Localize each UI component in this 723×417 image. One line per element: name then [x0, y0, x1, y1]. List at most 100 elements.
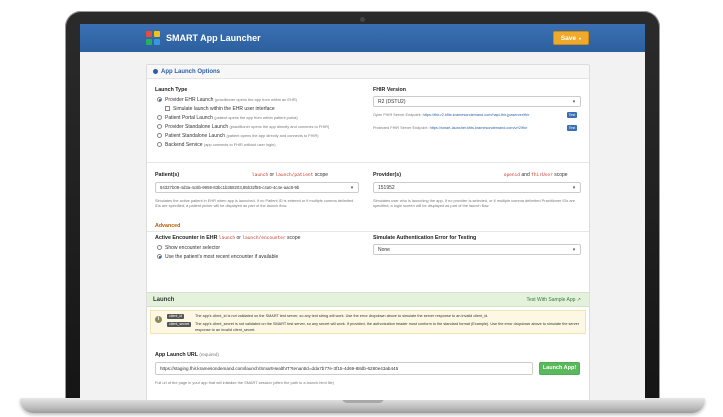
provider-help: Simulates user who is launching the app.… — [373, 198, 575, 208]
launch-title: Launch — [153, 296, 175, 303]
encounter-scope-launch-encounter: launch/encounter — [242, 236, 286, 241]
client-secret-warning: The app's client_secret is not validated… — [195, 322, 580, 332]
client-id-tag: client_id — [167, 314, 185, 319]
provider-label-row: Provider(s) openid and fhirUser scope — [373, 172, 568, 178]
fhir-version-value: R2 (DSTU2) — [378, 98, 406, 105]
external-link-icon: ↗ — [576, 296, 581, 303]
backend-service-label: Backend Service — [165, 142, 203, 148]
info-icon — [153, 69, 158, 74]
encounter-or: or — [236, 235, 241, 241]
launch-url-input[interactable]: https://staging.fhir.kramesondemand.com/… — [155, 362, 533, 375]
radio-provider-ehr[interactable] — [157, 97, 162, 102]
protected-endpoint-url[interactable]: https://smart-launcher.kfits.kramesondem… — [430, 126, 528, 130]
fhir-version-label: FHIR Version — [373, 87, 406, 93]
radio-recent-encounter[interactable] — [157, 254, 162, 259]
client-secret-tag: client_secret — [167, 322, 192, 327]
launch-app-button[interactable]: Launch App! — [539, 362, 580, 375]
launch-options-title: App Launch Options — [161, 68, 220, 75]
simulate-ehr-label: Simulate launch within the EHR user inte… — [173, 106, 275, 112]
launch-url-label: App Launch URL — [155, 352, 198, 358]
provider-scope-openid: openid — [503, 173, 521, 178]
launch-header: Launch Test With Sample App ↗ — [147, 293, 589, 307]
fhir-version-select[interactable]: R2 (DSTU2) ▾ — [373, 96, 581, 107]
laptop-base — [20, 398, 705, 413]
divider — [147, 162, 589, 163]
recent-encounter-label: Use the patient's most recent encounter … — [165, 254, 279, 260]
radio-provider-standalone[interactable] — [157, 124, 162, 129]
launch-url-help: Full url of the page in your app that wi… — [155, 380, 334, 385]
provider-standalone-hint: (practitioner opens the app directly and… — [229, 124, 330, 129]
encounter-scope-launch: launch — [218, 236, 236, 241]
checkbox-simulate-ehr[interactable] — [165, 106, 170, 111]
patient-help: Simulates the active patient in EHR when… — [155, 198, 354, 208]
launch-panel: Launch Test With Sample App ↗ i client_i… — [146, 292, 590, 400]
radio-show-encounter-selector[interactable] — [157, 245, 162, 250]
provider-input[interactable]: 151952 ▾ — [373, 182, 581, 193]
radio-patient-portal[interactable] — [157, 115, 162, 120]
auth-error-label: Simulate Authentication Error for Testin… — [373, 235, 477, 241]
chevron-down-icon: ▾ — [350, 185, 354, 191]
launch-url-value: https://staging.fhir.kramesondemand.com/… — [160, 366, 399, 371]
client-warning-box: i client_id The app's client_id is not v… — [150, 310, 586, 334]
backend-service-option: Backend Service (app connects to FHIR wi… — [165, 142, 276, 148]
launch-url-label-row: App Launch URL (required) — [155, 352, 219, 358]
client-id-warning: The app's client_id is not validated on … — [195, 314, 489, 318]
save-button[interactable]: Save ▾ — [552, 31, 589, 45]
patient-portal-label: Patient Portal Launch — [165, 115, 213, 121]
provider-standalone-option: Provider Standalone Launch (practitioner… — [165, 124, 329, 130]
provider-and: and — [521, 172, 530, 178]
provider-scope-fhiruser: fhirUser — [531, 173, 553, 178]
app-screen: SMART App Launcher Save ▾ App Launch Opt… — [80, 24, 645, 400]
chevron-down-icon: ▾ — [572, 99, 576, 105]
chevron-down-icon: ▾ — [572, 185, 576, 191]
info-icon: i — [155, 316, 162, 323]
advanced-label: Advanced — [155, 223, 181, 229]
app-title: SMART App Launcher — [166, 33, 261, 43]
auth-error-select[interactable]: None ▾ — [373, 244, 581, 255]
patient-portal-hint: (patient opens the app from within patie… — [214, 115, 298, 120]
launch-options-panel: App Launch Options Launch Type Provider … — [146, 64, 590, 301]
show-encounter-selector-label: Show encounter selector — [165, 245, 221, 251]
patient-standalone-label: Patient Standalone Launch — [165, 133, 226, 139]
patient-or: or — [269, 172, 275, 178]
patient-standalone-option: Patient Standalone Launch (patient opens… — [165, 133, 319, 139]
provider-standalone-label: Provider Standalone Launch — [165, 124, 229, 130]
open-endpoint-url[interactable]: https://fhir-r2.kfits.kramesondemand.com… — [423, 113, 530, 117]
chevron-down-icon: ▾ — [578, 35, 581, 41]
patient-input-value: 94327b09-4d3a-4c8b-9959-83bc1b358203,85b… — [160, 185, 300, 190]
encounter-scope-word: scope — [287, 235, 301, 241]
sample-link-label: Test With Sample App — [526, 296, 576, 303]
test-protected-endpoint-button[interactable]: Test — [567, 125, 577, 131]
test-sample-app-link[interactable]: Test With Sample App ↗ — [526, 297, 581, 303]
patient-label: Patient(s) — [155, 172, 180, 178]
launch-type-label: Launch Type — [155, 87, 188, 93]
test-open-endpoint-button[interactable]: Test — [567, 112, 577, 118]
provider-input-value: 151952 — [378, 184, 395, 191]
launch-options-header: App Launch Options — [147, 65, 589, 79]
provider-scope-word: scope — [554, 172, 568, 178]
divider — [147, 231, 589, 232]
auth-error-value: None — [378, 246, 390, 253]
radio-patient-standalone[interactable] — [157, 133, 162, 138]
encounter-label: Active Encounter in EHR — [155, 235, 218, 241]
encounter-label-row: Active Encounter in EHR launch or launch… — [155, 235, 300, 241]
save-button-label: Save — [560, 34, 576, 42]
patient-scope-word: scope — [314, 172, 329, 178]
patient-scope-launch-patient: launch/patient — [275, 173, 314, 178]
patient-scope-launch: launch — [251, 173, 269, 178]
provider-ehr-label: Provider EHR Launch — [165, 97, 214, 103]
top-bar: SMART App Launcher Save ▾ — [80, 24, 645, 52]
patient-standalone-hint: (patient opens the app directly and conn… — [226, 133, 319, 138]
patient-input[interactable]: 94327b09-4d3a-4c8b-9959-83bc1b358203,85b… — [155, 182, 359, 193]
launch-url-required: (required) — [199, 352, 219, 357]
provider-ehr-hint: (practitioner opens the app from within … — [214, 97, 297, 102]
radio-backend-service[interactable] — [157, 142, 162, 147]
open-endpoint-label: Open FHIR Server Endpoint: — [373, 113, 422, 117]
provider-ehr-option: Provider EHR Launch (practitioner opens … — [165, 97, 297, 103]
backend-service-hint: (app connects to FHIR without user login… — [203, 142, 276, 147]
protected-endpoint-row: Protected FHIR Server Endpoint: https://… — [373, 126, 527, 130]
patient-label-row: Patient(s) launch or launch/patient scop… — [155, 172, 328, 178]
open-endpoint-row: Open FHIR Server Endpoint: https://fhir-… — [373, 113, 529, 117]
provider-label: Provider(s) — [373, 172, 401, 178]
smart-logo-icon — [146, 31, 160, 45]
